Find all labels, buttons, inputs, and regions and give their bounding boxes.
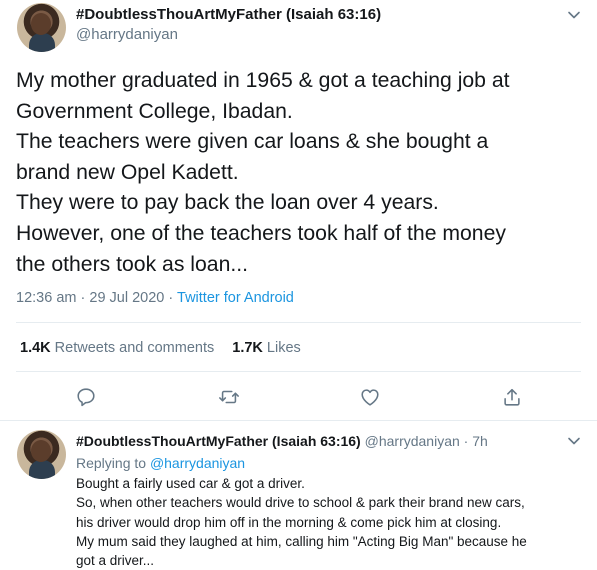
likes-count: 1.7K xyxy=(232,340,263,356)
author-avatar[interactable] xyxy=(17,3,66,52)
reply-text: Bought a fairly used car & got a driver.… xyxy=(76,474,591,570)
tweet-source-link[interactable]: Twitter for Android xyxy=(177,290,294,306)
reply-text-line: his driver would drop him off in the mor… xyxy=(76,514,502,530)
replying-to-label: Replying to xyxy=(76,455,147,471)
tweet-time[interactable]: 12:36 am xyxy=(16,290,76,306)
retweets-label: Retweets and comments xyxy=(54,340,215,356)
reply-icon[interactable] xyxy=(75,386,97,408)
tweet-text-line: Government College, Ibadan. xyxy=(16,99,293,123)
divider xyxy=(16,322,581,323)
reply-text-line: My mum said they laughed at him, calling… xyxy=(76,533,527,549)
reply-timestamp[interactable]: 7h xyxy=(472,433,488,449)
retweets-stat[interactable]: 1.4K Retweets and comments xyxy=(20,340,214,356)
author-handle[interactable]: @harrydaniyan xyxy=(76,26,178,43)
tweet-text-line: The teachers were given car loans & she … xyxy=(16,130,489,154)
reply-text-line: So, when other teachers would drive to s… xyxy=(76,495,525,511)
replying-to: Replying to @harrydaniyan xyxy=(76,455,245,471)
retweet-icon[interactable] xyxy=(218,386,240,408)
retweets-count: 1.4K xyxy=(20,340,51,356)
replying-to-mention[interactable]: @harrydaniyan xyxy=(150,455,245,471)
likes-stat[interactable]: 1.7K Likes xyxy=(232,340,301,356)
tweet-meta: 12:36 am · 29 Jul 2020 · Twitter for And… xyxy=(16,290,294,306)
reply-text-line: Bought a fairly used car & got a driver. xyxy=(76,476,305,491)
reply-separator: · xyxy=(463,433,469,449)
tweet-text-line: My mother graduated in 1965 & got a teac… xyxy=(16,69,510,92)
heart-icon[interactable] xyxy=(359,386,381,408)
reply-author-avatar[interactable] xyxy=(17,430,66,479)
chevron-down-icon[interactable] xyxy=(567,434,581,448)
tweet-text-line: They were to pay back the loan over 4 ye… xyxy=(16,191,439,215)
reply-header: #DoubtlessThouArtMyFather (Isaiah 63:16)… xyxy=(76,433,488,449)
meta-separator: · xyxy=(168,290,174,306)
share-icon[interactable] xyxy=(501,386,523,408)
tweet-text-line: brand new Opel Kadett. xyxy=(16,160,239,184)
reply-text-line: got a driver... xyxy=(76,553,155,569)
likes-label: Likes xyxy=(266,340,301,356)
tweet-text-line: the others took as loan... xyxy=(16,252,249,276)
engagement-stats: 1.4K Retweets and comments 1.7K Likes xyxy=(20,340,301,356)
divider xyxy=(16,371,581,372)
meta-separator: · xyxy=(80,290,86,306)
tweet-separator xyxy=(0,420,597,421)
tweet-date[interactable]: 29 Jul 2020 xyxy=(89,290,164,306)
reply-author-handle[interactable]: @harrydaniyan xyxy=(365,433,460,449)
tweet-text-line: However, one of the teachers took half o… xyxy=(16,221,506,245)
author-display-name[interactable]: #DoubtlessThouArtMyFather (Isaiah 63:16) xyxy=(76,6,381,23)
chevron-down-icon[interactable] xyxy=(567,8,581,22)
tweet-text: My mother graduated in 1965 & got a teac… xyxy=(16,66,586,280)
reply-author-display-name[interactable]: #DoubtlessThouArtMyFather (Isaiah 63:16) xyxy=(76,433,361,449)
